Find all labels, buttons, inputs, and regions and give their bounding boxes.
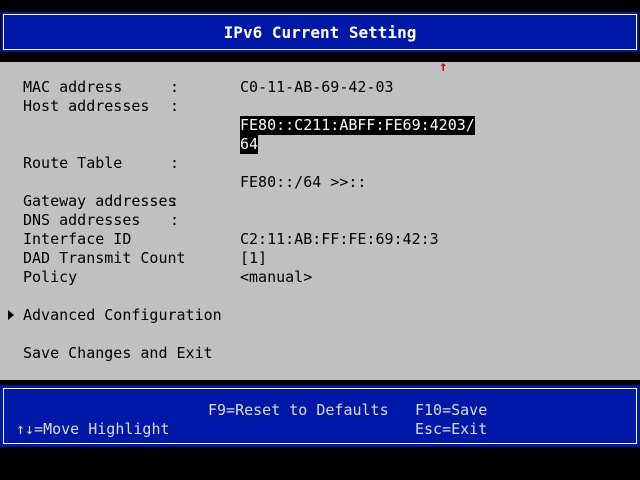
dns-addresses-colon: :	[170, 211, 180, 229]
scroll-up-arrow-icon: ↑	[439, 59, 448, 75]
dad-transmit-count-label: DAD Transmit Count	[23, 249, 186, 267]
title-bar: IPv6 Current Setting	[0, 0, 640, 62]
reset-defaults-hint: F9=Reset to Defaults	[208, 401, 389, 419]
mac-address-value: C0-11-AB-69-42-03	[240, 78, 394, 96]
policy-label: Policy	[23, 268, 78, 286]
route-table-colon: :	[170, 154, 180, 172]
host-address-value-line1[interactable]: FE80::C211:ABFF:FE69:4203/	[240, 116, 475, 135]
host-address-value-line2[interactable]: 64	[240, 135, 259, 154]
key-help-frame: F9=Reset to Defaults F10=Save ↑↓=Move Hi…	[3, 388, 637, 444]
save-hint: F10=Save	[415, 401, 488, 419]
move-highlight-hint: ↑↓=Move Highlight	[16, 420, 170, 438]
route-table-label: Route Table	[23, 154, 123, 172]
advanced-configuration-item[interactable]: Advanced Configuration	[23, 306, 222, 325]
key-help-bar: F9=Reset to Defaults F10=Save ↑↓=Move Hi…	[0, 385, 640, 447]
mac-address-colon: :	[170, 78, 180, 96]
interface-id-label: Interface ID	[23, 230, 132, 248]
submenu-pointer-icon	[8, 310, 14, 320]
gateway-addresses-colon: :	[170, 192, 180, 210]
save-changes-and-exit-item[interactable]: Save Changes and Exit	[23, 344, 213, 363]
host-addresses-colon: :	[170, 97, 180, 115]
gateway-addresses-label: Gateway addresses	[23, 192, 177, 210]
host-addresses-label: Host addresses	[23, 97, 150, 115]
settings-panel: ↑ MAC address : C0-11-AB-69-42-03 Host a…	[0, 59, 640, 380]
mac-address-label: MAC address	[23, 78, 123, 96]
dad-transmit-count-value[interactable]: [1]	[240, 249, 267, 268]
exit-hint: Esc=Exit	[415, 420, 488, 438]
dns-addresses-label: DNS addresses	[23, 211, 141, 229]
interface-id-value: C2:11:AB:FF:FE:69:42:3	[240, 230, 439, 248]
policy-value[interactable]: <manual>	[240, 268, 312, 287]
page-title: IPv6 Current Setting	[1, 12, 639, 52]
route-table-value: FE80::/64 >>::	[240, 173, 367, 191]
